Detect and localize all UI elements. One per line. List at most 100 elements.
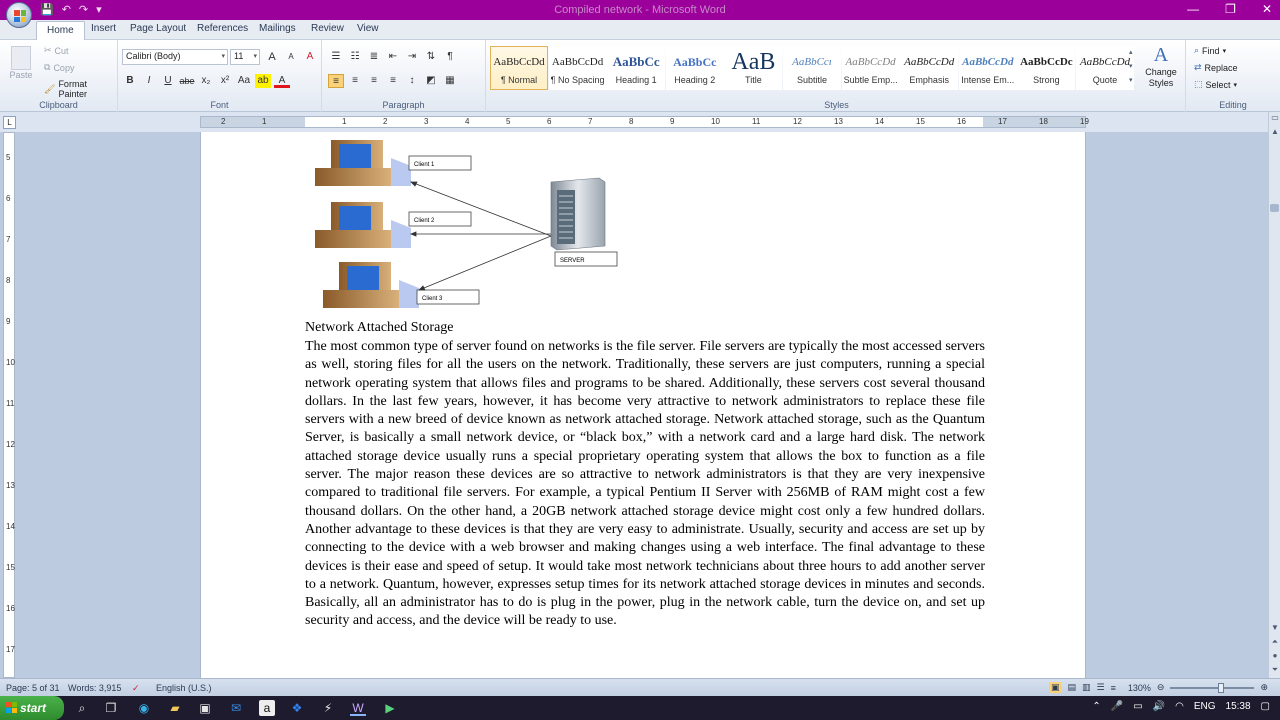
italic-button[interactable]: I [141, 74, 157, 88]
web-layout-icon[interactable]: ▥ [1082, 682, 1091, 693]
winamp-icon[interactable]: ⚡ [320, 700, 336, 716]
style-normal[interactable]: AaBbCcDd ¶ Normal [490, 46, 548, 90]
grow-font-icon[interactable]: A [264, 50, 280, 64]
terminal-icon[interactable]: ▶ [382, 700, 398, 716]
replace-button[interactable]: ⇄ Replace [1194, 62, 1238, 73]
draft-icon[interactable]: ≡ [1111, 683, 1116, 693]
chevron-up-icon[interactable]: ⌃ [1092, 701, 1100, 712]
select-button[interactable]: ⬚ Select ▾ [1194, 79, 1237, 90]
sort-icon[interactable]: ⇅ [423, 50, 439, 64]
cut-button[interactable]: ✂ Cut [44, 45, 69, 56]
highlight-button[interactable]: ab [255, 74, 271, 88]
shrink-font-icon[interactable]: A [283, 50, 299, 64]
input-language[interactable]: ENG [1194, 701, 1216, 712]
zoom-slider[interactable] [1170, 682, 1255, 693]
underline-button[interactable]: U [160, 74, 176, 88]
battery-icon[interactable]: ▭ [1133, 701, 1142, 712]
tab-home[interactable]: Home [36, 21, 85, 40]
font-color-button[interactable]: A [274, 74, 290, 88]
search-icon[interactable]: ⌕ [74, 700, 90, 716]
format-painter-button[interactable]: 🖌 Format Painter [44, 79, 117, 99]
style-emphasis[interactable]: AaBbCcDd Emphasis [900, 46, 959, 90]
close-button[interactable]: ✕ [1262, 2, 1272, 16]
start-button[interactable]: start [0, 696, 64, 720]
tab-view[interactable]: View [357, 23, 379, 34]
volume-icon[interactable]: 🔊 [1153, 701, 1165, 712]
zoom-level[interactable]: 130% [1128, 683, 1151, 693]
style-subtitle[interactable]: AaBbCcı Subtitle [783, 46, 841, 90]
scroll-down-icon[interactable]: ▼ [1269, 622, 1280, 634]
tab-review[interactable]: Review [311, 23, 344, 34]
mail-icon[interactable]: ✉ [228, 700, 244, 716]
gallery-scroll[interactable]: ▴ ▾ ▾ [1129, 46, 1137, 90]
scroll-thumb[interactable] [1270, 204, 1279, 212]
vertical-scrollbar[interactable]: ▭ ▲ ▼ ⏶ ● ⏷ [1268, 112, 1280, 678]
font-size-select[interactable]: 11 ▾ [230, 49, 260, 65]
font-family-select[interactable]: Calibri (Body) ▾ [122, 49, 228, 65]
tab-selector[interactable]: L [3, 116, 16, 129]
tab-page-layout[interactable]: Page Layout [130, 23, 186, 34]
wifi-icon[interactable]: ◠ [1175, 701, 1184, 712]
scroll-up-icon[interactable]: ▲ [1269, 126, 1280, 138]
justify-icon[interactable]: ≡ [385, 74, 401, 88]
bullets-icon[interactable]: ☰ [328, 50, 344, 64]
word-taskbar-icon[interactable]: W [350, 700, 366, 716]
notifications-icon[interactable]: ▢ [1261, 701, 1270, 712]
style-quote[interactable]: AaBbCcDd Quote [1076, 46, 1134, 90]
file-explorer-icon[interactable]: ▰ [167, 700, 183, 716]
page-count[interactable]: Page: 5 of 31 [6, 683, 60, 693]
horizontal-ruler[interactable]: 2 1 1 2 3 4 5 6 7 8 9 10 11 12 13 14 15 16 17 18 19 [200, 116, 1089, 128]
style-heading-1[interactable]: AaBbCc Heading 1 [607, 46, 666, 90]
tab-references[interactable]: References [197, 23, 248, 34]
align-left-icon[interactable]: ≡ [328, 74, 344, 88]
task-view-icon[interactable]: ❐ [103, 700, 119, 716]
style-intense-em[interactable]: AaBbCcDd Intense Em... [958, 46, 1017, 90]
increase-indent-icon[interactable]: ⇥ [404, 50, 420, 64]
store-icon[interactable]: ▣ [197, 700, 213, 716]
print-layout-icon[interactable]: ▣ [1048, 682, 1062, 693]
language-indicator[interactable]: English (U.S.) [156, 683, 212, 693]
align-right-icon[interactable]: ≡ [366, 74, 382, 88]
browse-object-icon[interactable]: ● [1269, 650, 1280, 662]
ruler-toggle-icon[interactable]: ▭ [1269, 112, 1280, 124]
pilcrow-icon[interactable]: ¶ [442, 50, 458, 64]
minimize-button[interactable]: — [1187, 2, 1199, 16]
vertical-ruler[interactable]: 56789101112131415161718 [3, 132, 15, 678]
style-no-spacing[interactable]: AaBbCcDd ¶ No Spacing [548, 46, 607, 90]
shading-icon[interactable]: ◩ [423, 74, 439, 88]
edge-icon[interactable]: ◉ [136, 700, 152, 716]
zoom-out-icon[interactable]: ⊖ [1157, 682, 1165, 693]
clear-format-icon[interactable]: A [302, 50, 318, 64]
outline-icon[interactable]: ☰ [1097, 682, 1105, 693]
line-spacing-icon[interactable]: ↕ [404, 74, 420, 88]
microphone-icon[interactable]: 🎤 [1111, 701, 1123, 712]
proofing-icon[interactable]: ✓ [132, 683, 140, 694]
change-styles-button[interactable]: A Change Styles [1138, 44, 1184, 89]
clock[interactable]: 15:38 [1226, 701, 1251, 712]
zoom-in-icon[interactable]: ⊕ [1260, 682, 1268, 693]
find-button[interactable]: ⌕ Find ▾ [1194, 45, 1226, 56]
change-case-button[interactable]: Aa [236, 74, 252, 88]
tab-insert[interactable]: Insert [91, 23, 116, 34]
office-button[interactable] [6, 2, 32, 28]
superscript-button[interactable]: x² [217, 74, 233, 88]
next-page-icon[interactable]: ⏷ [1269, 664, 1280, 676]
document-page[interactable]: Client 1 Client 2 Client 3 SERVER Networ… [200, 132, 1086, 678]
style-title[interactable]: AaB Title [724, 46, 783, 90]
style-heading-2[interactable]: AaBbCc Heading 2 [665, 46, 724, 90]
amazon-icon[interactable]: a [259, 700, 275, 716]
restore-button[interactable]: ❐ [1225, 2, 1236, 16]
multilevel-list-icon[interactable]: ≣ [366, 50, 382, 64]
align-center-icon[interactable]: ≡ [347, 74, 363, 88]
subscript-button[interactable]: x₂ [198, 74, 214, 88]
paste-button[interactable]: Paste [8, 46, 34, 86]
zoom-slider-knob[interactable] [1218, 682, 1225, 693]
dropbox-icon[interactable]: ❖ [289, 700, 305, 716]
full-screen-reading-icon[interactable]: ▤ [1068, 682, 1077, 693]
decrease-indent-icon[interactable]: ⇤ [385, 50, 401, 64]
numbering-icon[interactable]: ☷ [347, 50, 363, 64]
strikethrough-button[interactable]: abe [179, 74, 195, 88]
bold-button[interactable]: B [122, 74, 138, 88]
borders-icon[interactable]: ▦ [442, 74, 458, 88]
word-count[interactable]: Words: 3,915 [68, 683, 121, 693]
